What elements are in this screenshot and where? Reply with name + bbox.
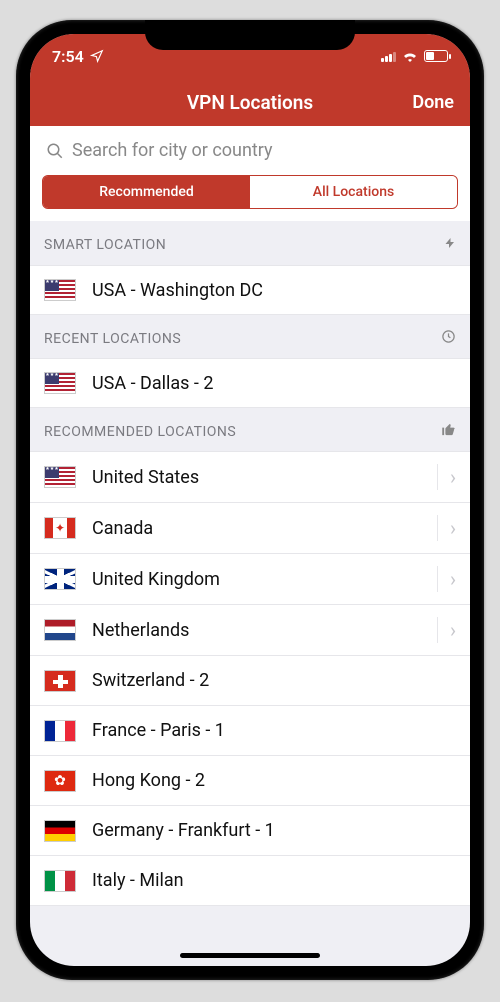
location-row[interactable]: France - Paris - 1 xyxy=(30,706,470,756)
section-header-recent: RECENT LOCATIONS xyxy=(30,315,470,358)
location-label: Canada xyxy=(92,518,421,539)
flag-icon-ch xyxy=(44,670,76,692)
location-label: United Kingdom xyxy=(92,569,421,590)
section-title: RECOMMENDED LOCATIONS xyxy=(44,424,236,440)
page-title: VPN Locations xyxy=(187,91,313,114)
location-label: Germany - Frankfurt - 1 xyxy=(92,820,456,841)
section-header-smart: SMART LOCATION xyxy=(30,221,470,265)
cellular-signal-icon xyxy=(381,51,396,62)
location-label: Netherlands xyxy=(92,620,421,641)
location-label: USA - Dallas - 2 xyxy=(92,373,456,394)
status-right xyxy=(381,50,448,62)
chevron-right-icon: › xyxy=(437,566,456,592)
flag-icon-us xyxy=(44,279,76,301)
lightning-icon xyxy=(444,235,456,255)
location-row[interactable]: ✦ Canada › xyxy=(30,503,470,554)
location-row[interactable]: Switzerland - 2 xyxy=(30,656,470,706)
location-row[interactable]: Netherlands › xyxy=(30,605,470,656)
location-row-smart[interactable]: USA - Washington DC xyxy=(30,265,470,315)
location-arrow-icon xyxy=(90,49,104,63)
screen: 7:54 VPN Locations Done Search for city … xyxy=(30,34,470,966)
location-row[interactable]: Germany - Frankfurt - 1 xyxy=(30,806,470,856)
location-row[interactable]: United States › xyxy=(30,451,470,503)
chevron-right-icon: › xyxy=(437,515,456,541)
flag-icon-fr xyxy=(44,720,76,742)
flag-icon-hk xyxy=(44,770,76,792)
location-row[interactable]: Italy - Milan xyxy=(30,856,470,906)
done-button[interactable]: Done xyxy=(412,92,454,113)
search-wrap: Search for city or country xyxy=(30,126,470,175)
location-row[interactable]: United Kingdom › xyxy=(30,554,470,605)
clock-icon xyxy=(441,329,456,348)
flag-icon-de xyxy=(44,820,76,842)
section-title: RECENT LOCATIONS xyxy=(44,331,181,347)
chevron-right-icon: › xyxy=(437,617,456,643)
flag-icon-nl xyxy=(44,619,76,641)
location-label: Hong Kong - 2 xyxy=(92,770,456,791)
segmented-control: Recommended All Locations xyxy=(42,175,458,209)
flag-icon-it xyxy=(44,870,76,892)
battery-icon xyxy=(424,50,448,62)
section-header-recommended: RECOMMENDED LOCATIONS xyxy=(30,408,470,451)
location-label: Italy - Milan xyxy=(92,870,456,891)
search-placeholder: Search for city or country xyxy=(72,140,273,161)
tab-all-locations[interactable]: All Locations xyxy=(250,176,457,208)
segmented-wrap: Recommended All Locations xyxy=(30,175,470,221)
status-left: 7:54 xyxy=(52,47,104,66)
flag-icon-uk xyxy=(44,568,76,590)
section-title: SMART LOCATION xyxy=(44,237,166,253)
status-time: 7:54 xyxy=(52,47,84,66)
home-indicator[interactable] xyxy=(180,953,320,958)
wifi-icon xyxy=(402,50,418,62)
location-label: France - Paris - 1 xyxy=(92,720,456,741)
navbar: VPN Locations Done xyxy=(30,78,470,126)
location-row[interactable]: Hong Kong - 2 xyxy=(30,756,470,806)
notch xyxy=(145,20,355,50)
flag-icon-us xyxy=(44,372,76,394)
search-icon xyxy=(46,142,64,160)
location-label: Switzerland - 2 xyxy=(92,670,456,691)
flag-icon-ca: ✦ xyxy=(44,517,76,539)
phone-frame: 7:54 VPN Locations Done Search for city … xyxy=(16,20,484,980)
location-label: United States xyxy=(92,467,421,488)
search-input[interactable]: Search for city or country xyxy=(40,136,460,165)
tab-recommended[interactable]: Recommended xyxy=(43,176,250,208)
thumbs-up-icon xyxy=(441,422,456,441)
location-label: USA - Washington DC xyxy=(92,280,456,301)
flag-icon-us xyxy=(44,466,76,488)
chevron-right-icon: › xyxy=(437,464,456,490)
location-row-recent[interactable]: USA - Dallas - 2 xyxy=(30,358,470,408)
